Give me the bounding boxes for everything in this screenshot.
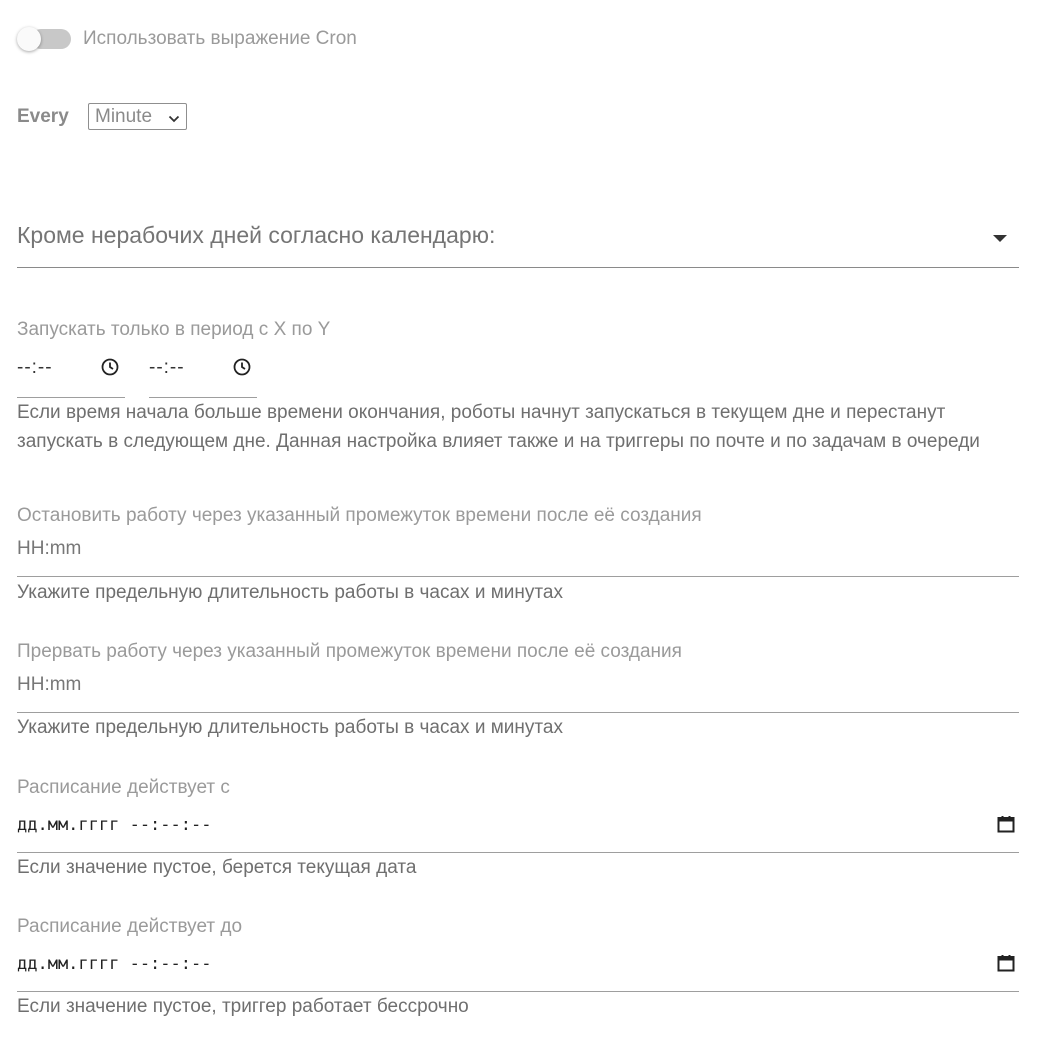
calendar-icon[interactable] [996, 953, 1016, 973]
every-label: Every [17, 106, 69, 127]
period-from-value: --:-- [17, 357, 53, 378]
chevron-down-icon [168, 109, 180, 123]
stop-after-label: Остановить работу через указанный промеж… [17, 505, 702, 526]
dropdown-arrow-icon [993, 235, 1007, 242]
calendar-icon[interactable] [996, 814, 1016, 834]
calendar-select-underline [17, 267, 1019, 268]
toggle-thumb [17, 27, 41, 51]
valid-to-helper: Если значение пустое, триггер работает б… [17, 996, 469, 1017]
every-select[interactable]: Minute [88, 103, 187, 130]
stop-after-input[interactable]: HH:mm [17, 534, 1019, 576]
valid-from-label: Расписание действует с [17, 777, 230, 798]
valid-from-input[interactable]: дд.мм.гггг --:--:-- [17, 808, 1019, 852]
stop-after-underline [17, 576, 1019, 577]
every-select-value: Minute [95, 106, 153, 127]
valid-to-label: Расписание действует до [17, 916, 243, 937]
valid-from-value: дд.мм.гггг --:--:-- [17, 815, 212, 835]
abort-after-input[interactable]: HH:mm [17, 670, 1019, 712]
clock-icon[interactable] [232, 357, 252, 377]
calendar-select-placeholder: Кроме нерабочих дней согласно календарю: [17, 222, 496, 248]
cron-toggle[interactable] [17, 27, 73, 51]
valid-from-helper: Если значение пустое, берется текущая да… [17, 857, 417, 878]
cron-toggle-label: Использовать выражение Cron [83, 28, 357, 49]
period-to-input[interactable]: --:-- [149, 352, 257, 398]
period-label: Запускать только в период с X по Y [17, 319, 331, 340]
period-helper: Если время начала больше времени окончан… [17, 402, 980, 452]
stop-after-placeholder: HH:mm [17, 538, 82, 559]
abort-after-label: Прервать работу через указанный промежут… [17, 641, 682, 662]
stop-after-helper: Укажите предельную длительность работы в… [17, 582, 563, 603]
clock-icon[interactable] [100, 357, 120, 377]
valid-to-input[interactable]: дд.мм.гггг --:--:-- [17, 947, 1019, 991]
valid-to-value: дд.мм.гггг --:--:-- [17, 954, 212, 974]
period-from-input[interactable]: --:-- [17, 352, 125, 398]
abort-after-helper: Укажите предельную длительность работы в… [17, 717, 563, 738]
period-to-value: --:-- [149, 357, 185, 378]
abort-after-placeholder: HH:mm [17, 674, 82, 695]
